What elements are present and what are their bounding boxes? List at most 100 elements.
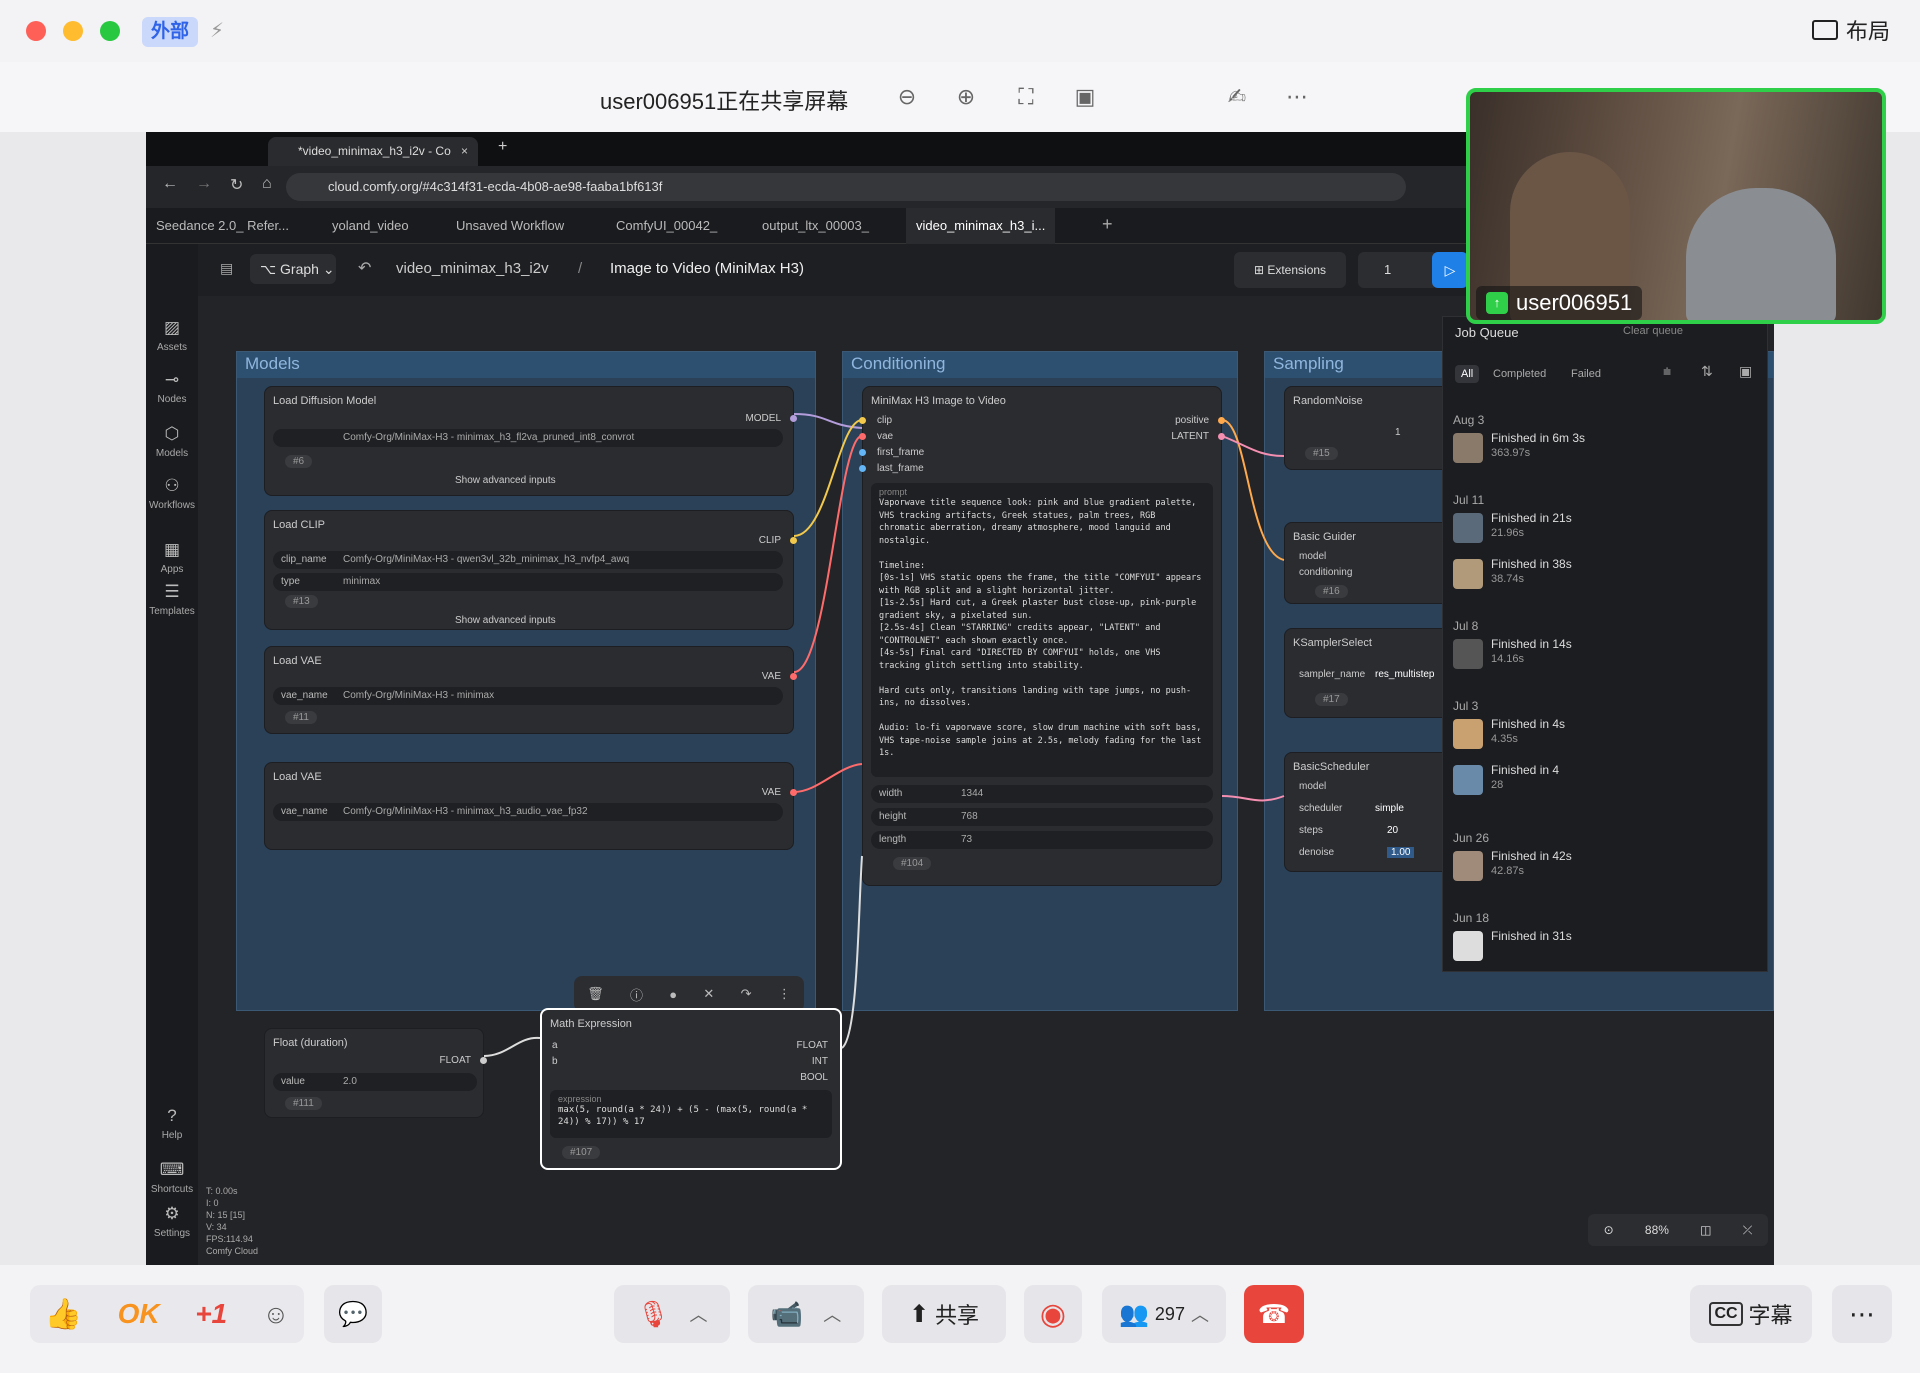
- sidebar-item-shortcuts[interactable]: ⌨ Shortcuts: [146, 1160, 198, 1195]
- minimize-window-button[interactable]: [63, 21, 83, 41]
- layout-button[interactable]: 布局: [1811, 14, 1890, 46]
- share-button[interactable]: ⬆ 共享: [882, 1285, 1006, 1343]
- sidebar-item-help[interactable]: ? Help: [146, 1106, 198, 1141]
- mic-button[interactable]: 🎙 ︿: [614, 1285, 730, 1343]
- batch-count-input[interactable]: 1: [1358, 252, 1438, 288]
- home-icon[interactable]: ⌂: [262, 175, 272, 193]
- reaction-bar: 👍 OK +1 ☺: [30, 1285, 304, 1343]
- zoom-level[interactable]: 88%: [1645, 1223, 1669, 1237]
- queue-date: Jul 8: [1453, 619, 1479, 633]
- stat-line: FPS:114.94: [206, 1234, 253, 1244]
- actual-size-icon[interactable]: ▣: [1070, 82, 1100, 112]
- sidebar-label: Help: [161, 1130, 183, 1141]
- sidebar-label: Workflows: [149, 500, 195, 511]
- workflows-icon: ⚇: [164, 476, 180, 495]
- left-sidebar: ▨ Assets ⊸ Nodes ⬡ Models ⚇ Workflows ▦ Apps …: [146, 244, 198, 1265]
- workflow-tab[interactable]: yoland_video: [322, 208, 419, 244]
- zoom-in-icon[interactable]: ⊕: [951, 82, 981, 112]
- workflow-tab[interactable]: ComfyUI_00042_: [606, 208, 727, 244]
- queue-item[interactable]: Finished in 4s 4.35s: [1453, 713, 1753, 759]
- close-window-button[interactable]: [26, 21, 46, 41]
- sidebar-item-models[interactable]: ⬡ Models: [146, 424, 198, 459]
- extensions-button[interactable]: ⊞ Extensions: [1234, 252, 1346, 288]
- filter-all[interactable]: All: [1455, 365, 1480, 383]
- maximize-window-button[interactable]: [100, 21, 120, 41]
- cc-icon: CC: [1709, 1302, 1743, 1326]
- sort-icon[interactable]: ⇅: [1701, 363, 1713, 380]
- reaction-ok[interactable]: OK: [118, 1298, 160, 1330]
- job-title: Finished in 6m 3s: [1491, 431, 1586, 445]
- new-tab-icon[interactable]: +: [498, 138, 507, 156]
- chat-button[interactable]: 💬: [324, 1285, 382, 1343]
- filter-completed[interactable]: Completed: [1493, 368, 1546, 380]
- forward-icon[interactable]: →: [196, 175, 212, 193]
- workflow-tab[interactable]: Unsaved Workflow: [446, 208, 574, 244]
- close-icon[interactable]: ×: [461, 137, 468, 166]
- job-thumbnail: [1453, 513, 1483, 543]
- job-duration: 42.87s: [1491, 865, 1525, 877]
- more-options-button[interactable]: ⋯: [1832, 1285, 1892, 1343]
- link: [1221, 435, 1285, 457]
- emoji-icon[interactable]: ☺: [263, 1299, 290, 1330]
- workflow-tab[interactable]: Seedance 2.0_ Refer...: [146, 208, 299, 244]
- thumbs-up-icon[interactable]: 👍: [45, 1297, 82, 1332]
- reload-icon[interactable]: ↻: [230, 175, 243, 195]
- graph-mode-button[interactable]: ⌥ Graph ⌄: [250, 254, 336, 284]
- annotate-icon[interactable]: ✍: [1222, 82, 1252, 112]
- queue-item[interactable]: Finished in 4 28: [1453, 759, 1753, 805]
- queue-item[interactable]: Finished in 42s 42.87s: [1453, 845, 1753, 891]
- sidebar-item-settings[interactable]: ⚙ Settings: [146, 1204, 198, 1239]
- sidebar-item-nodes[interactable]: ⊸ Nodes: [146, 370, 198, 405]
- filter-icon[interactable]: ⩧: [1663, 363, 1671, 380]
- clear-queue-button[interactable]: Clear queue: [1623, 325, 1683, 337]
- extensions-label: Extensions: [1267, 263, 1327, 277]
- workflow-tab-active[interactable]: video_minimax_h3_i...: [906, 208, 1056, 244]
- end-call-button[interactable]: ☎: [1244, 1285, 1304, 1343]
- back-icon[interactable]: ←: [162, 175, 178, 193]
- camera-button[interactable]: 📹 ︿: [748, 1285, 864, 1343]
- chevron-up-icon[interactable]: ︿: [1191, 1301, 1209, 1327]
- participants-button[interactable]: 👥 297 ︿: [1102, 1285, 1226, 1343]
- sidebar-item-workflows[interactable]: ⚇ Workflows: [146, 476, 198, 511]
- queue-item[interactable]: Finished in 14s 14.16s: [1453, 633, 1753, 679]
- more-icon[interactable]: ⋯: [1282, 82, 1312, 112]
- panel-toggle-icon[interactable]: ▤: [220, 260, 233, 277]
- sidebar-item-templates[interactable]: ☰ Templates: [146, 582, 198, 617]
- undo-icon[interactable]: ↶: [358, 258, 371, 278]
- fit-screen-icon[interactable]: ⛶: [1011, 82, 1041, 112]
- job-thumbnail: [1453, 931, 1483, 961]
- filter-failed[interactable]: Failed: [1571, 368, 1601, 380]
- zoom-out-icon[interactable]: ⊖: [892, 82, 922, 112]
- record-button[interactable]: ◉: [1024, 1285, 1082, 1343]
- browser-tab[interactable]: *video_minimax_h3_i2v - Co ×: [268, 137, 478, 166]
- graph-icon: ⌥: [260, 261, 281, 277]
- stat-line: T: 0.00s: [206, 1186, 238, 1196]
- reaction-plus-one[interactable]: +1: [195, 1298, 227, 1330]
- queue-item[interactable]: Finished in 21s 21.96s: [1453, 507, 1753, 553]
- link-visibility-icon[interactable]: ⤫: [1743, 1223, 1753, 1238]
- minimap-icon[interactable]: ◫: [1700, 1223, 1711, 1237]
- breadcrumb-separator: /: [578, 260, 583, 277]
- stat-line: Comfy Cloud: [206, 1246, 259, 1256]
- chevron-up-icon[interactable]: ︿: [690, 1301, 708, 1327]
- sidebar-item-apps[interactable]: ▦ Apps: [146, 540, 198, 575]
- run-button[interactable]: ▷: [1432, 252, 1468, 288]
- video-tile[interactable]: ↑ user006951: [1466, 88, 1886, 324]
- fit-view-icon[interactable]: ⊙: [1604, 1223, 1614, 1237]
- templates-icon: ☰: [164, 582, 180, 601]
- captions-label: 字幕: [1748, 1303, 1793, 1328]
- workflow-tab[interactable]: output_ltx_00003_: [752, 208, 879, 244]
- breadcrumb-workflow[interactable]: video_minimax_h3_i2v: [396, 260, 549, 277]
- breadcrumb-subgraph[interactable]: Image to Video (MiniMax H3): [610, 260, 804, 277]
- queue-item[interactable]: Finished in 6m 3s 363.97s: [1453, 427, 1753, 473]
- url-bar[interactable]: cloud.comfy.org/#4c314f31-ecda-4b08-ae98…: [286, 173, 1406, 201]
- gallery-icon[interactable]: ▣: [1739, 363, 1752, 380]
- chevron-up-icon[interactable]: ︿: [823, 1301, 841, 1327]
- add-tab-icon[interactable]: +: [1102, 214, 1113, 235]
- sidebar-label: Settings: [153, 1228, 191, 1239]
- apps-icon: ▦: [163, 540, 181, 559]
- queue-item[interactable]: Finished in 31s: [1453, 925, 1753, 971]
- captions-button[interactable]: CC 字幕: [1690, 1285, 1812, 1343]
- queue-item[interactable]: Finished in 38s 38.74s: [1453, 553, 1753, 599]
- sidebar-item-assets[interactable]: ▨ Assets: [146, 318, 198, 353]
